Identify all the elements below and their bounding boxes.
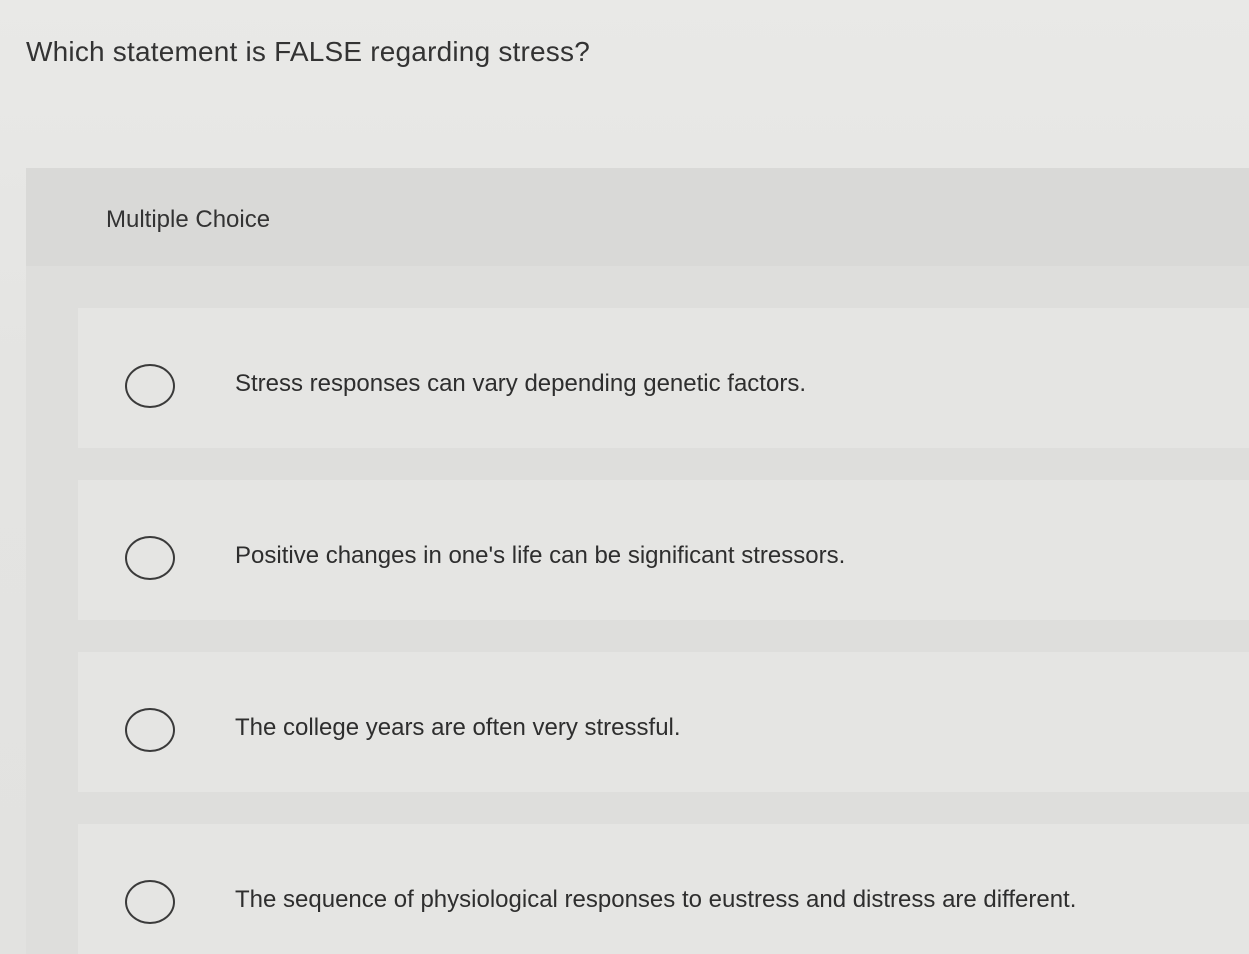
answer-option-label-1: Stress responses can vary depending gene… xyxy=(235,370,806,397)
radio-button-1[interactable] xyxy=(125,364,175,408)
panel-title: Multiple Choice xyxy=(106,206,271,233)
question-text: Which statement is FALSE regarding stres… xyxy=(26,36,590,67)
radio-button-2[interactable] xyxy=(125,536,175,580)
answer-option-4[interactable]: The sequence of physiological responses … xyxy=(78,824,1249,954)
panel-header: Multiple Choice xyxy=(26,168,1249,266)
answer-option-3[interactable]: The college years are often very stressf… xyxy=(78,652,1249,792)
answer-option-label-3: The college years are often very stressf… xyxy=(235,714,681,741)
answer-option-1[interactable]: Stress responses can vary depending gene… xyxy=(78,308,1249,448)
answer-option-label-4: The sequence of physiological responses … xyxy=(235,886,1077,913)
radio-button-4[interactable] xyxy=(125,880,175,924)
answer-option-label-2: Positive changes in one's life can be si… xyxy=(235,542,846,569)
radio-button-3[interactable] xyxy=(125,708,175,752)
quiz-page: Which statement is FALSE regarding stres… xyxy=(0,0,1249,954)
multiple-choice-panel: Multiple Choice Stress responses can var… xyxy=(26,168,1249,954)
answer-option-2[interactable]: Positive changes in one's life can be si… xyxy=(78,480,1249,620)
